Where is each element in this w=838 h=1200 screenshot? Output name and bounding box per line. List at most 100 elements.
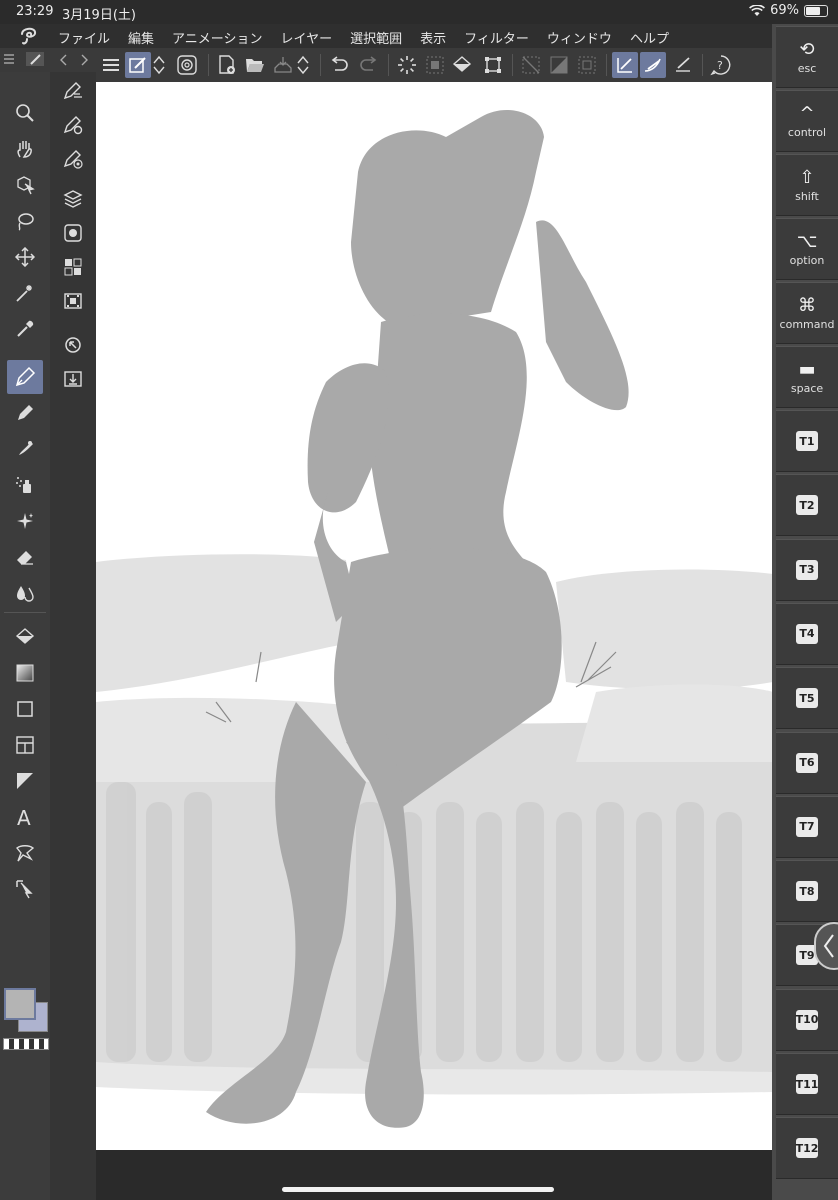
- color-icon[interactable]: [2, 988, 49, 1050]
- material-icon[interactable]: [58, 252, 88, 282]
- eyedropper-icon[interactable]: [7, 314, 43, 344]
- undo-icon[interactable]: [326, 52, 352, 78]
- home-indicator[interactable]: [282, 1187, 554, 1192]
- key-t7[interactable]: T7: [776, 795, 838, 858]
- space-key-icon: ▬: [798, 358, 816, 380]
- invert-selection-icon[interactable]: [546, 52, 572, 78]
- frame-icon[interactable]: [7, 730, 43, 760]
- menu-item-7[interactable]: ウィンドウ: [547, 28, 612, 47]
- menu-item-0[interactable]: ファイル: [58, 28, 110, 47]
- main-color-swatch[interactable]: [4, 988, 36, 1020]
- magic-wand-icon[interactable]: [7, 278, 43, 308]
- key-label: T8: [796, 881, 818, 902]
- gradient-icon[interactable]: [7, 658, 43, 688]
- key-t2[interactable]: T2: [776, 474, 838, 537]
- navigator-icon[interactable]: [58, 330, 88, 360]
- key-shift[interactable]: ⇧ shift: [776, 154, 838, 216]
- menu-icon[interactable]: [98, 52, 124, 78]
- import-icon[interactable]: [58, 364, 88, 394]
- rectangle-icon[interactable]: [7, 694, 43, 724]
- shift-key-icon: ⇧: [799, 166, 815, 188]
- sub-tool-icon[interactable]: [58, 76, 88, 106]
- companion-icon[interactable]: [174, 52, 200, 78]
- selection-launcher-icon[interactable]: [574, 52, 600, 78]
- key-space[interactable]: ▬ space: [776, 346, 838, 408]
- control-key-icon: ^: [799, 102, 815, 124]
- help-icon[interactable]: ?: [708, 52, 734, 78]
- menu-items: ファイル 編集 アニメーション レイヤー 選択範囲 表示 フィルター ウィンドウ ヘルプ: [58, 28, 669, 47]
- menu-item-1[interactable]: 編集: [128, 28, 154, 47]
- layer-property-icon[interactable]: [58, 218, 88, 248]
- pen-icon[interactable]: [7, 360, 43, 394]
- zoom-icon[interactable]: [7, 98, 43, 128]
- chevron-left-icon: [823, 934, 834, 958]
- key-t11[interactable]: T11: [776, 1053, 838, 1115]
- menu-item-6[interactable]: フィルター: [464, 28, 529, 47]
- key-option[interactable]: ⌥ option: [776, 218, 838, 280]
- tool-property-icon[interactable]: [58, 110, 88, 140]
- command-bar: ?: [96, 48, 772, 83]
- bottom-area: [96, 1150, 773, 1200]
- updown-arrows-icon[interactable]: [152, 52, 166, 78]
- key-t10[interactable]: T10: [776, 988, 838, 1051]
- snap-special-ruler-icon[interactable]: [640, 52, 666, 78]
- correct-line-icon[interactable]: [7, 874, 43, 904]
- key-label: space: [790, 381, 824, 395]
- key-esc[interactable]: ⟲ esc: [776, 26, 838, 88]
- key-t1[interactable]: T1: [776, 410, 838, 472]
- crop-icon[interactable]: [480, 52, 506, 78]
- fill-bucket-icon[interactable]: [450, 52, 476, 78]
- menu-item-8[interactable]: ヘルプ: [630, 28, 669, 47]
- decoration-icon[interactable]: [7, 506, 43, 536]
- key-t3[interactable]: T3: [776, 538, 838, 601]
- menu-item-3[interactable]: レイヤー: [281, 28, 333, 47]
- balloon-icon[interactable]: [7, 838, 43, 868]
- fill-icon[interactable]: [7, 622, 43, 652]
- transparency-icon[interactable]: [422, 52, 448, 78]
- transparent-color-swatch[interactable]: [3, 1038, 49, 1050]
- ruler-icon[interactable]: [7, 766, 43, 796]
- hand-icon[interactable]: [7, 134, 43, 164]
- key-t4[interactable]: T4: [776, 602, 838, 665]
- drawing-canvas[interactable]: [96, 82, 773, 1150]
- menu-item-5[interactable]: 表示: [420, 28, 446, 47]
- save-icon[interactable]: [270, 52, 296, 78]
- status-date: 3月19日(土): [62, 8, 136, 23]
- airbrush-icon[interactable]: [7, 470, 43, 500]
- menu-item-4[interactable]: 選択範囲: [350, 28, 402, 47]
- loading-icon[interactable]: [394, 52, 420, 78]
- snap-ruler-icon[interactable]: [612, 52, 638, 78]
- object-icon[interactable]: [7, 170, 43, 200]
- move-icon[interactable]: [7, 242, 43, 272]
- menu-item-2[interactable]: アニメーション: [172, 28, 262, 47]
- brush-icon[interactable]: [7, 434, 43, 464]
- edit-mode-icon[interactable]: [125, 52, 151, 78]
- key-control[interactable]: ^ control: [776, 90, 838, 152]
- snap-grid-icon[interactable]: [670, 52, 696, 78]
- key-label: T12: [796, 1138, 818, 1159]
- key-label: T1: [796, 431, 818, 451]
- key-label: control: [787, 125, 827, 139]
- blend-icon[interactable]: [7, 578, 43, 608]
- key-t5[interactable]: T5: [776, 667, 838, 730]
- redo-icon[interactable]: [356, 52, 382, 78]
- clear-selection-icon[interactable]: [518, 52, 544, 78]
- layer-icon[interactable]: [58, 184, 88, 214]
- key-t6[interactable]: T6: [776, 731, 838, 794]
- key-t12[interactable]: T12: [776, 1117, 838, 1180]
- key-command[interactable]: ⌘ command: [776, 282, 838, 344]
- pencil-icon[interactable]: [7, 398, 43, 428]
- key-label: T2: [796, 495, 818, 516]
- key-t8[interactable]: T8: [776, 860, 838, 923]
- palette-arrows-icon[interactable]: [60, 54, 90, 66]
- key-label: T3: [796, 559, 818, 580]
- brush-size-icon[interactable]: [58, 144, 88, 174]
- lasso-icon[interactable]: [7, 206, 43, 236]
- text-icon[interactable]: A: [7, 802, 43, 832]
- eraser-icon[interactable]: [7, 542, 43, 572]
- save-arrows-icon[interactable]: [296, 52, 310, 78]
- timeline-icon[interactable]: [58, 286, 88, 316]
- new-file-icon[interactable]: [214, 52, 240, 78]
- open-folder-icon[interactable]: [242, 52, 268, 78]
- app-logo-icon[interactable]: [18, 26, 40, 46]
